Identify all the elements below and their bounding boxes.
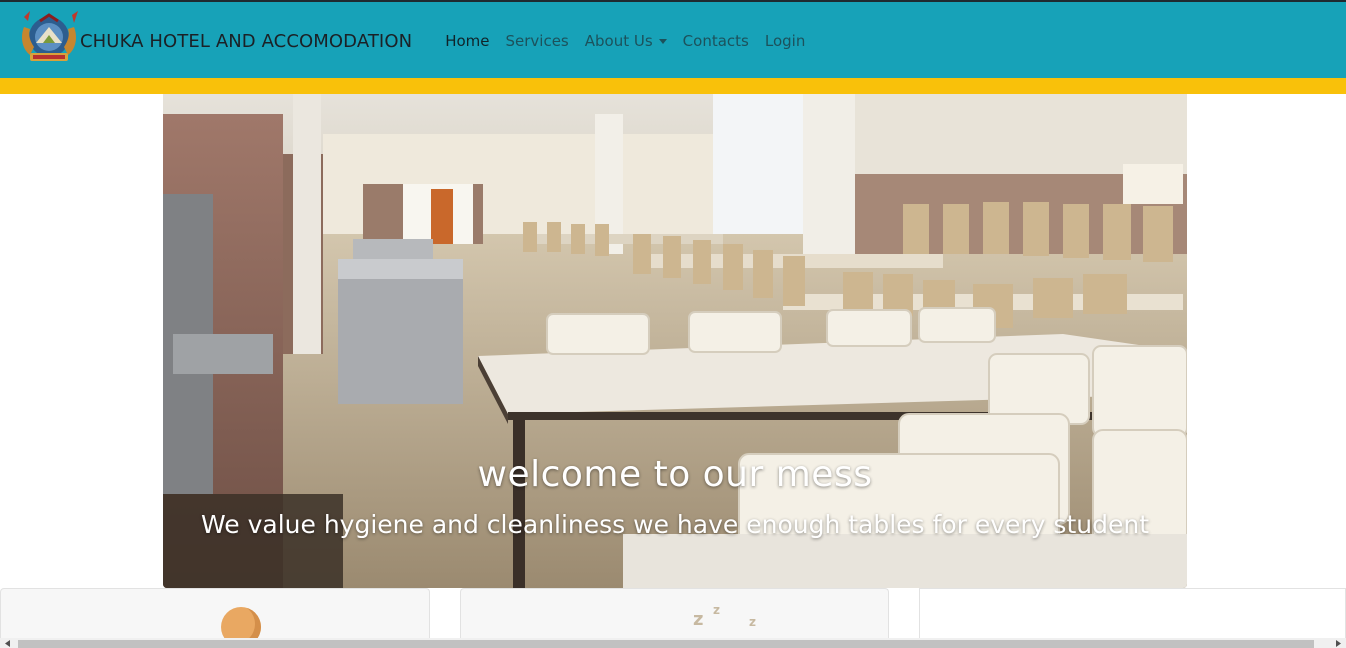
scrollbar-thumb[interactable] bbox=[18, 640, 1314, 648]
scroll-left-arrow-icon[interactable] bbox=[3, 639, 13, 648]
chevron-down-icon bbox=[658, 39, 667, 44]
zzz-glyph: z bbox=[693, 609, 704, 630]
nav-services[interactable]: Services bbox=[497, 32, 576, 50]
zzz-glyph: z bbox=[713, 603, 720, 617]
nav-home[interactable]: Home bbox=[437, 32, 497, 50]
horizontal-scrollbar[interactable] bbox=[0, 638, 1346, 648]
nav-links: Home Services About Us Contacts Login bbox=[437, 32, 813, 50]
navbar: CHUKA HOTEL AND ACCOMODATION Home Servic… bbox=[0, 2, 1346, 78]
nav-login[interactable]: Login bbox=[757, 32, 813, 50]
hero-carousel[interactable]: welcome to our mess We value hygiene and… bbox=[163, 94, 1187, 588]
accent-stripe bbox=[0, 78, 1346, 94]
zzz-glyph: z bbox=[749, 615, 756, 629]
university-crest-icon bbox=[22, 11, 78, 61]
hero-subtitle: We value hygiene and cleanliness we have… bbox=[201, 510, 1149, 539]
hero-title: welcome to our mess bbox=[477, 454, 873, 495]
navbar-brand[interactable]: CHUKA HOTEL AND ACCOMODATION bbox=[16, 2, 412, 78]
nav-contacts[interactable]: Contacts bbox=[675, 32, 757, 50]
nav-about-us-label: About Us bbox=[584, 32, 653, 50]
nav-about-us-dropdown[interactable]: About Us bbox=[577, 32, 675, 50]
brand-name: CHUKA HOTEL AND ACCOMODATION bbox=[80, 30, 413, 52]
scroll-right-arrow-icon[interactable] bbox=[1333, 639, 1343, 648]
